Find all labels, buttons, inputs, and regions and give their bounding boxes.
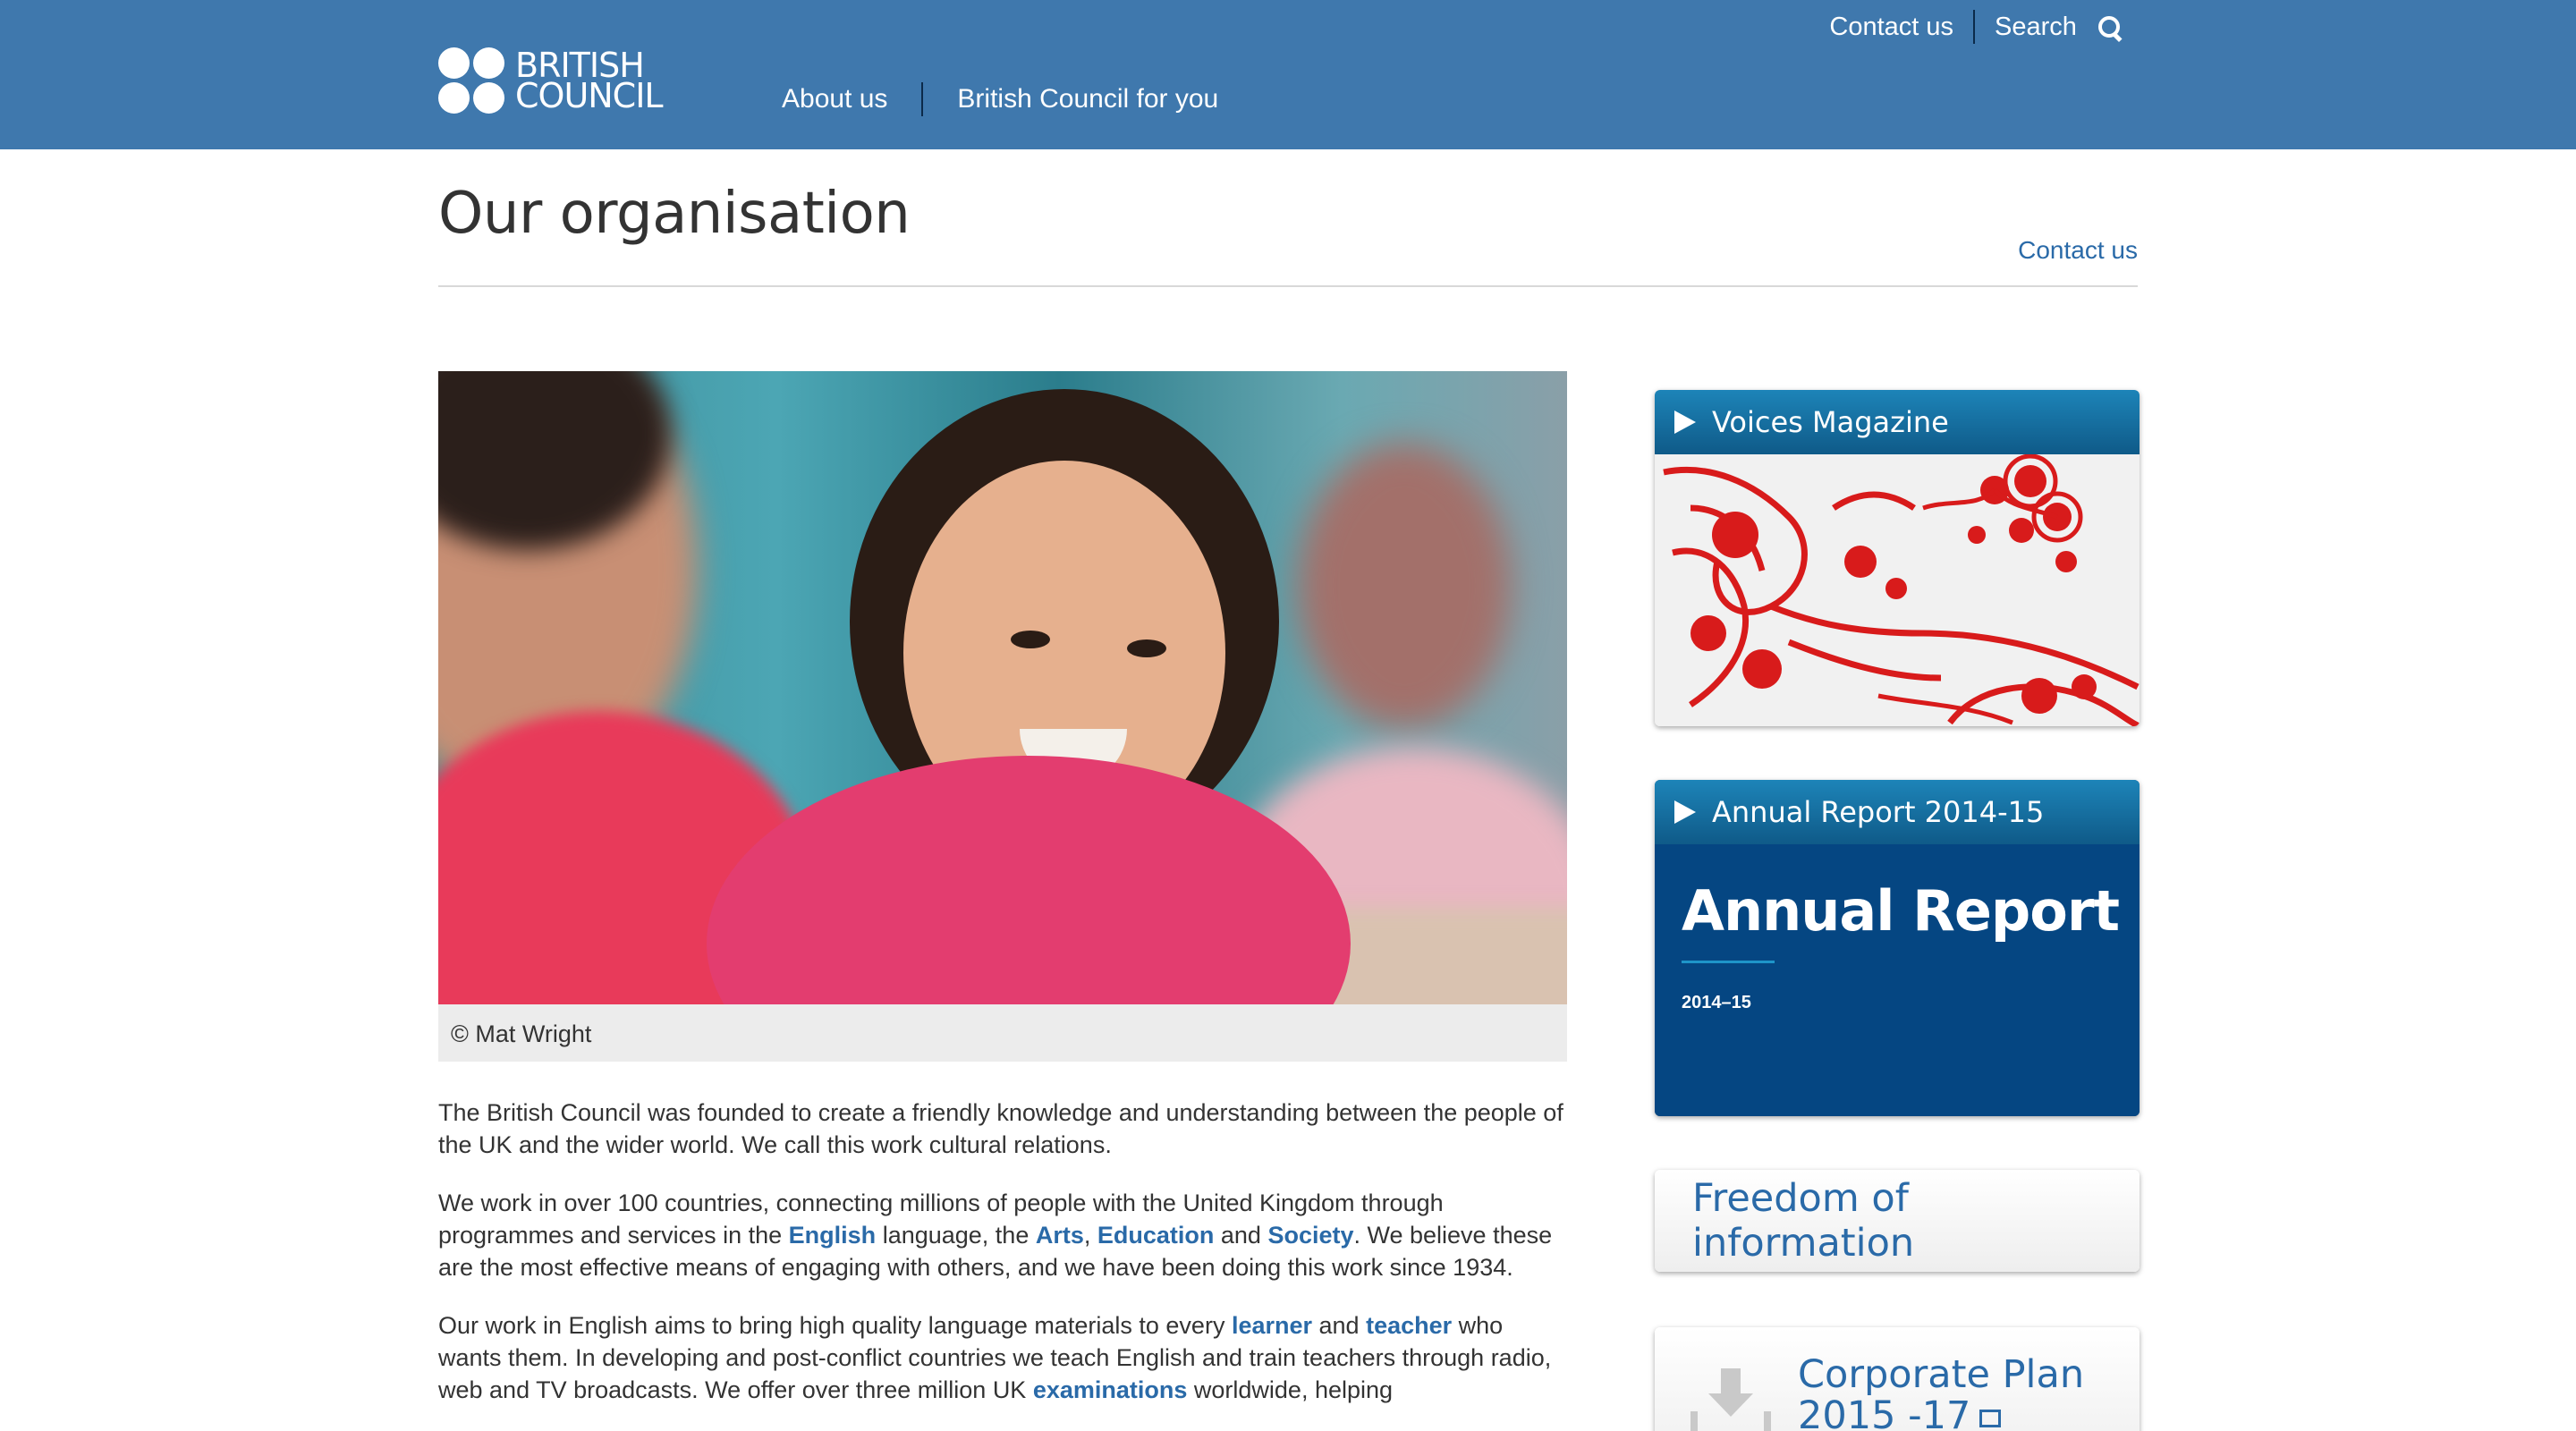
article-body: The British Council was founded to creat… — [438, 1097, 1567, 1431]
annual-report-cover-year: 2014–15 — [1682, 993, 1751, 1012]
photo-caption: © Mat Wright — [438, 1004, 1567, 1062]
annual-report-cover-title: Annual Report — [1682, 878, 2120, 944]
voices-magazine-widget[interactable]: Voices Magazine — [1655, 390, 2140, 726]
search-icon — [2097, 15, 2122, 40]
paragraph-3: Our work in English aims to bring high q… — [438, 1312, 1552, 1403]
british-council-logo[interactable]: BRITISH COUNCIL — [438, 47, 664, 115]
corporate-plan-line-2: 2015 -17 — [1798, 1393, 1971, 1431]
utility-contact-link[interactable]: Contact us — [1809, 13, 1973, 42]
contact-us-link[interactable]: Contact us — [2018, 236, 2138, 265]
english-link[interactable]: English — [789, 1222, 877, 1249]
page-title: Our organisation — [438, 181, 911, 247]
teacher-link[interactable]: teacher — [1366, 1312, 1452, 1339]
main-nav: About us British Council for you — [782, 82, 1218, 116]
paper-cut-art — [1655, 454, 2140, 726]
logo-line-2: COUNCIL — [515, 76, 664, 115]
arts-link[interactable]: Arts — [1036, 1222, 1084, 1249]
corporate-plan-button[interactable]: Corporate Plan 2015 -17 — [1655, 1327, 2140, 1431]
site-header: BRITISH COUNCIL Contact us Search About … — [0, 0, 2576, 149]
freedom-of-information-button[interactable]: Freedom of information — [1655, 1170, 2140, 1272]
paragraph-2: We work in over 100 countries, connectin… — [438, 1190, 1553, 1281]
annual-report-title: Annual Report 2014-15 — [1712, 795, 2045, 829]
annual-report-header[interactable]: Annual Report 2014-15 — [1655, 780, 2140, 844]
annual-report-widget[interactable]: Annual Report 2014-15 Annual Report 2014… — [1655, 780, 2140, 1116]
nav-divider — [921, 82, 924, 116]
examinations-link[interactable]: examinations — [1033, 1376, 1188, 1403]
voices-magazine-image[interactable] — [1655, 454, 2140, 726]
society-link[interactable]: Society — [1267, 1222, 1353, 1249]
play-icon — [1674, 411, 1696, 434]
corporate-plan-line-1: Corporate Plan — [1798, 1352, 2085, 1397]
external-link-icon — [1979, 1409, 2002, 1427]
learner-link[interactable]: learner — [1232, 1312, 1312, 1339]
hero-photo — [438, 371, 1567, 1004]
paragraph-1: The British Council was founded to creat… — [438, 1099, 1563, 1158]
play-icon — [1674, 800, 1696, 824]
annual-report-cover-rule — [1682, 961, 1775, 963]
annual-report-cover[interactable]: Annual Report 2014–15 — [1655, 844, 2140, 1116]
voices-magazine-title: Voices Magazine — [1712, 405, 1949, 439]
download-icon — [1690, 1368, 1771, 1431]
education-link[interactable]: Education — [1097, 1222, 1215, 1249]
logo-dots-icon — [438, 47, 504, 114]
nav-item-british-council-for-you[interactable]: British Council for you — [957, 84, 1218, 114]
title-divider — [438, 285, 2138, 287]
corporate-plan-title: Corporate Plan 2015 -17 — [1798, 1354, 2084, 1431]
utility-search-button[interactable]: Search — [1975, 13, 2122, 42]
search-label: Search — [1995, 12, 2077, 41]
voices-magazine-header[interactable]: Voices Magazine — [1655, 390, 2140, 454]
nav-item-about-us[interactable]: About us — [782, 84, 887, 114]
freedom-of-information-label: Freedom of information — [1692, 1176, 1915, 1266]
logo-wordmark: BRITISH COUNCIL — [515, 48, 664, 115]
utility-nav: Contact us Search — [1809, 7, 2122, 47]
